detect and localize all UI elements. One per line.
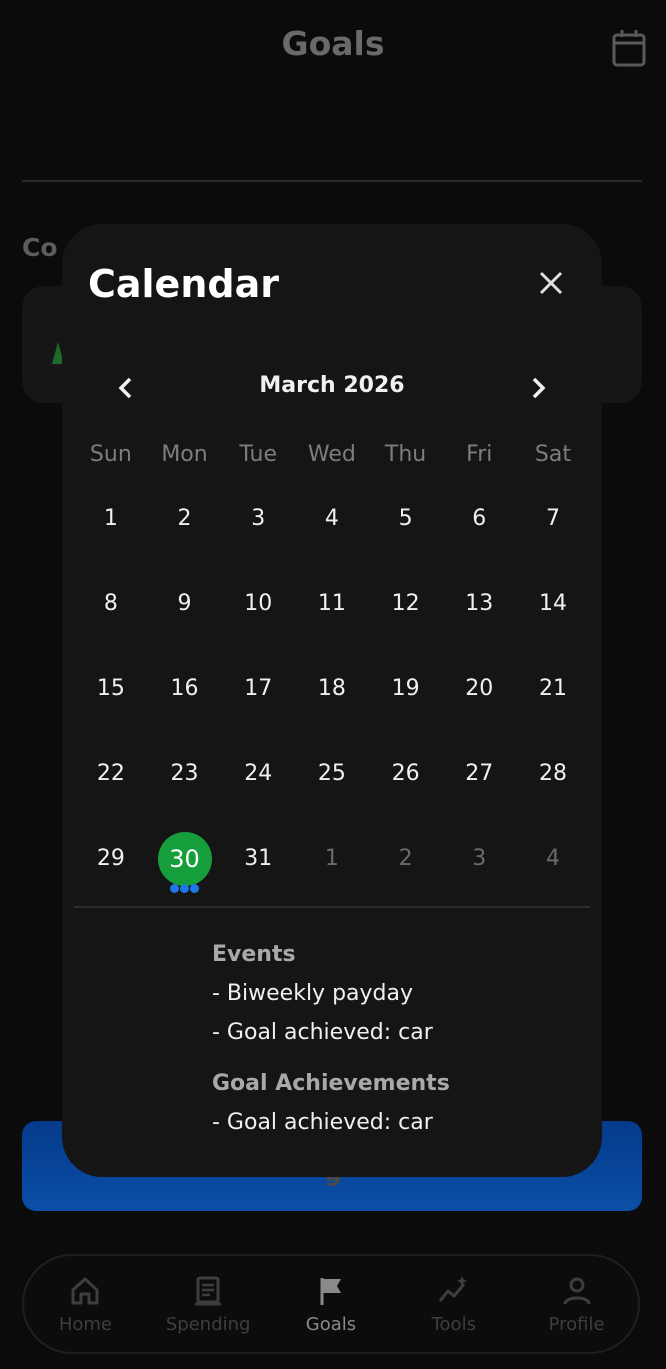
events-panel: Events - Biweekly payday - Goal achieved…	[212, 942, 582, 1149]
header-divider	[22, 180, 642, 182]
calendar-day[interactable]: 6	[442, 476, 516, 561]
calendar-day[interactable]: 19	[369, 646, 443, 731]
nav-label-spending: Spending	[165, 1313, 251, 1335]
calendar-day[interactable]: 18	[295, 646, 369, 731]
home-icon	[71, 1277, 99, 1304]
page-title: Goals	[281, 24, 385, 63]
calendar-day[interactable]: 1	[74, 476, 148, 561]
event-dot	[190, 884, 200, 893]
calendar-day[interactable]: 22	[74, 731, 148, 816]
calendar-week: 1 2 3 4 5 6 7	[74, 476, 590, 561]
month-label: March 2026	[259, 373, 405, 398]
calendar-day[interactable]: 11	[295, 561, 369, 646]
calendar-day-next-month[interactable]: 1	[295, 816, 369, 901]
weekday-label: Wed	[307, 442, 356, 467]
calendar-modal: Calendar March 2026 Sun Mon Tue Wed Thu …	[62, 224, 602, 1177]
event-item: - Goal achieved: car	[212, 1020, 433, 1045]
calendar-day[interactable]: 29	[74, 816, 148, 901]
chevron-right-icon[interactable]	[524, 373, 552, 403]
calendar-day[interactable]: 27	[442, 731, 516, 816]
nav-label-goals: Goals	[305, 1313, 357, 1335]
weekday-label: Mon	[161, 442, 208, 467]
calendar-day[interactable]: 2	[148, 476, 222, 561]
calendar-day[interactable]: 15	[74, 646, 148, 731]
modal-title: Calendar	[88, 262, 279, 306]
nav-item-spending[interactable]: Spending	[153, 1274, 263, 1335]
calendar-day[interactable]: 31	[221, 816, 295, 901]
calendar-day-next-month[interactable]: 2	[369, 816, 443, 901]
nav-label-tools: Tools	[431, 1313, 476, 1335]
nav-item-goals[interactable]: Goals	[276, 1274, 386, 1335]
events-heading: Events	[212, 942, 296, 967]
calendar-grid: 1 2 3 4 5 6 7 8 9 10 11 12 13 14 15 16 1…	[74, 476, 590, 901]
calendar-week: 22 23 24 25 26 27 28	[74, 731, 590, 816]
calendar-day[interactable]: 28	[516, 731, 590, 816]
weekday-label: Sat	[534, 442, 571, 467]
weekday-label: Tue	[239, 442, 277, 467]
achievements-heading: Goal Achievements	[212, 1071, 450, 1096]
calendar-day[interactable]: 3	[221, 476, 295, 561]
flag-icon	[320, 1277, 341, 1305]
calendar-day[interactable]: 7	[516, 476, 590, 561]
section-label: Co	[22, 233, 58, 262]
event-item: - Biweekly payday	[212, 981, 413, 1006]
nav-item-home[interactable]: Home	[30, 1274, 140, 1335]
weekday-header: Sun Mon Tue Wed Thu Fri Sat	[74, 442, 590, 467]
calendar-day[interactable]: 21	[516, 646, 590, 731]
receipt-icon	[195, 1276, 222, 1305]
sparkle-chart-icon	[438, 1275, 467, 1302]
calendar-day[interactable]: 25	[295, 731, 369, 816]
calendar-day[interactable]: 14	[516, 561, 590, 646]
weekday-label: Sun	[89, 442, 132, 467]
calendar-day[interactable]: 23	[148, 731, 222, 816]
weekday-label: Fri	[466, 442, 493, 467]
calendar-icon[interactable]	[611, 28, 647, 68]
calendar-day[interactable]: 4	[295, 476, 369, 561]
calendar-day[interactable]: 13	[442, 561, 516, 646]
calendar-day[interactable]: 16	[148, 646, 222, 731]
nav-label-profile: Profile	[548, 1313, 605, 1335]
bottom-nav: Home Spending Goals Tools Profile	[22, 1254, 640, 1354]
calendar-week: 15 16 17 18 19 20 21	[74, 646, 590, 731]
calendar-day[interactable]: 17	[221, 646, 295, 731]
calendar-week: 29 30 31 1 2 3 4	[74, 816, 590, 901]
month-navigation: March 2026	[62, 369, 602, 409]
weekday-label: Thu	[384, 442, 427, 467]
event-dot	[180, 884, 190, 893]
event-dots	[148, 884, 222, 893]
achievement-item: - Goal achieved: car	[212, 1110, 433, 1135]
calendar-day[interactable]: 20	[442, 646, 516, 731]
calendar-day[interactable]: 12	[369, 561, 443, 646]
nav-item-profile[interactable]: Profile	[522, 1274, 632, 1335]
calendar-day[interactable]: 10	[221, 561, 295, 646]
calendar-day[interactable]: 5	[369, 476, 443, 561]
nav-label-home: Home	[58, 1313, 112, 1335]
calendar-day[interactable]: 9	[148, 561, 222, 646]
calendar-day[interactable]: 8	[74, 561, 148, 646]
calendar-day[interactable]: 26	[369, 731, 443, 816]
calendar-day[interactable]: 24	[221, 731, 295, 816]
nav-item-tools[interactable]: Tools	[399, 1274, 509, 1335]
calendar-week: 8 9 10 11 12 13 14	[74, 561, 590, 646]
calendar-day-next-month[interactable]: 3	[442, 816, 516, 901]
person-icon	[563, 1277, 591, 1305]
selected-day-number: 30	[157, 831, 212, 886]
close-icon[interactable]	[536, 268, 566, 298]
calendar-day-selected[interactable]: 30	[148, 816, 222, 901]
calendar-day-next-month[interactable]: 4	[516, 816, 590, 901]
event-dot	[170, 884, 180, 893]
modal-divider	[74, 906, 590, 908]
